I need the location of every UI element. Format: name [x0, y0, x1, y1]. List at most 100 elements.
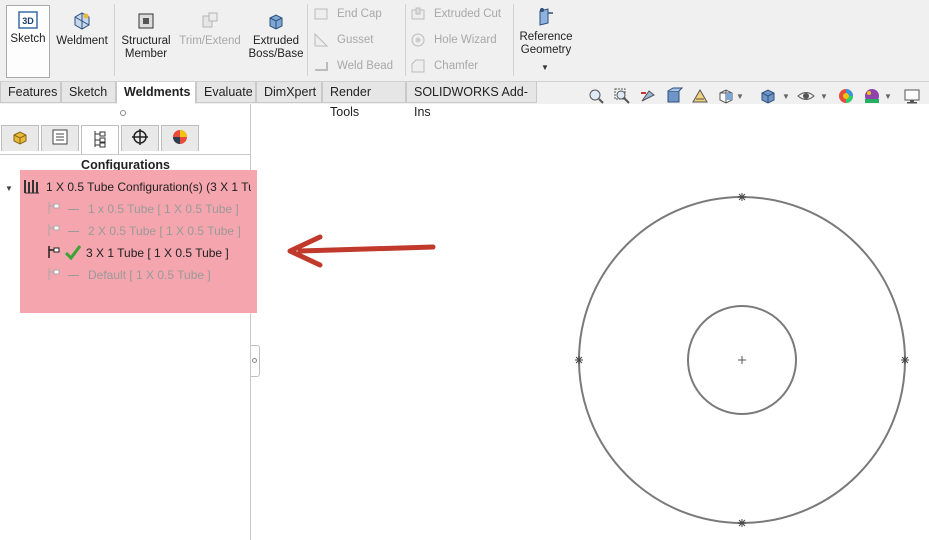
end-cap-label: End Cap	[337, 8, 382, 20]
dynamic-annotation-icon[interactable]	[690, 86, 710, 106]
weldment-icon	[71, 10, 93, 32]
structural-member-label-2: Member	[124, 48, 168, 60]
extruded-boss-label-1: Extruded	[252, 35, 300, 47]
configuration-icon	[46, 245, 62, 262]
extruded-boss-icon	[265, 10, 287, 32]
solidworks-window: 3D 3D Sketch Weldment Structural Member …	[0, 0, 929, 540]
chamfer-button[interactable]: Chamfer	[409, 55, 478, 77]
tab-dimxpert[interactable]: DimXpert	[256, 82, 322, 103]
display-style-icon[interactable]	[758, 86, 778, 106]
chevron-down-icon[interactable]: ▼	[820, 92, 828, 101]
chevron-down-icon[interactable]: ▼	[736, 92, 744, 101]
extruded-cut-button[interactable]: Extruded Cut	[409, 3, 501, 25]
configuration-manager-panel: Configurations ▼ 1 X 0.5 Tube Configurat…	[0, 104, 257, 540]
tab-render-tools[interactable]: Render Tools	[322, 82, 406, 119]
config-item-3-active[interactable]: 3 X 1 Tube [ 1 X 0.5 Tube ]	[46, 244, 251, 262]
weld-bead-icon	[312, 57, 330, 75]
view-settings-icon[interactable]	[902, 86, 922, 106]
gusset-icon	[312, 31, 330, 49]
graphics-area[interactable]	[252, 104, 929, 540]
config-item-label: 1 x 0.5 Tube [ 1 X 0.5 Tube ]	[88, 202, 239, 216]
structural-member-button[interactable]: Structural Member	[116, 4, 176, 61]
active-check-icon	[64, 244, 82, 262]
previous-view-icon[interactable]	[638, 86, 658, 106]
config-item-4[interactable]: Default [ 1 X 0.5 Tube ]	[46, 266, 251, 284]
hole-wizard-button[interactable]: Hole Wizard	[409, 29, 497, 51]
chevron-down-icon[interactable]: ▼	[782, 92, 790, 101]
manager-tabs	[0, 121, 251, 155]
config-root-label: 1 X 0.5 Tube Configuration(s) (3 X 1 Tub…	[46, 180, 251, 194]
inactive-dash	[68, 230, 79, 232]
3d-sketch-icon: 3D	[17, 10, 39, 32]
chevron-down-icon[interactable]: ▼	[884, 92, 892, 101]
ribbon-separator	[405, 4, 406, 76]
chamfer-label: Chamfer	[434, 60, 479, 72]
view-orientation-icon[interactable]	[716, 86, 736, 106]
trim-extend-icon	[199, 10, 221, 32]
dimxpert-manager-icon	[131, 128, 149, 149]
config-item-label: 2 X 0.5 Tube [ 1 X 0.5 Tube ]	[88, 224, 241, 238]
tab-dimxpert-manager[interactable]	[121, 125, 159, 151]
zoom-to-fit-icon[interactable]	[586, 86, 606, 106]
tab-property-manager[interactable]	[41, 125, 79, 151]
tab-feature-manager[interactable]	[1, 125, 39, 151]
gusset-button[interactable]: Gusset	[312, 29, 373, 51]
end-cap-button[interactable]: End Cap	[312, 3, 382, 25]
structural-member-icon	[135, 10, 157, 32]
inactive-dash	[68, 274, 79, 276]
extruded-boss-label-2: Boss/Base	[248, 48, 304, 60]
structural-member-label-1: Structural	[121, 35, 171, 47]
tab-configuration-manager[interactable]	[81, 125, 119, 154]
reference-geometry-icon	[535, 6, 557, 28]
tab-evaluate[interactable]: Evaluate	[196, 82, 256, 103]
3d-sketch-label-2: Sketch	[10, 33, 46, 45]
config-item-label: 3 X 1 Tube [ 1 X 0.5 Tube ]	[86, 246, 229, 260]
quadrant-point-left[interactable]	[575, 356, 583, 364]
weld-bead-button[interactable]: Weld Bead	[312, 55, 393, 77]
config-root-row[interactable]: 1 X 0.5 Tube Configuration(s) (3 X 1 Tub…	[23, 178, 251, 196]
hole-wizard-label: Hole Wizard	[434, 34, 497, 46]
trim-extend-button[interactable]: Trim/Extend	[178, 4, 242, 48]
tab-weldments[interactable]: Weldments	[116, 82, 196, 104]
inactive-dash	[68, 208, 79, 210]
weldment-button[interactable]: Weldment	[52, 4, 112, 48]
hole-wizard-icon	[409, 31, 427, 49]
apply-scene-icon[interactable]	[862, 86, 882, 106]
reference-geometry-button[interactable]: Reference Geometry	[516, 4, 576, 57]
3d-sketch-button[interactable]: 3D 3D Sketch	[6, 5, 50, 78]
center-point[interactable]	[738, 356, 746, 364]
hide-show-icon[interactable]	[796, 86, 816, 106]
configuration-icon	[46, 267, 62, 284]
weld-bead-label: Weld Bead	[337, 60, 394, 72]
config-item-2[interactable]: 2 X 0.5 Tube [ 1 X 0.5 Tube ]	[46, 222, 251, 240]
extruded-cut-icon	[409, 5, 427, 23]
edit-appearance-icon[interactable]	[836, 86, 856, 106]
ribbon-separator	[307, 4, 308, 76]
panel-grip[interactable]	[120, 110, 126, 116]
section-view-icon[interactable]	[664, 86, 684, 106]
tab-solidworks-add-ins[interactable]: SOLIDWORKS Add-Ins	[406, 82, 537, 119]
sketch-geometry	[575, 193, 909, 527]
extruded-boss-button[interactable]: Extruded Boss/Base	[246, 4, 306, 61]
chamfer-icon	[409, 57, 427, 75]
reference-geometry-label-2: Geometry	[520, 44, 572, 56]
ribbon-separator	[513, 4, 514, 76]
config-item-label: Default [ 1 X 0.5 Tube ]	[88, 268, 211, 282]
ribbon-separator	[114, 4, 115, 76]
weldment-part-icon	[23, 178, 41, 196]
property-manager-icon	[51, 128, 69, 149]
extruded-cut-label: Extruded Cut	[434, 8, 502, 20]
weldment-label: Weldment	[56, 35, 108, 47]
quadrant-point-bottom[interactable]	[738, 519, 746, 527]
collapse-arrow-icon[interactable]: ▼	[5, 184, 13, 193]
quadrant-point-right[interactable]	[901, 356, 909, 364]
end-cap-icon	[312, 5, 330, 23]
zoom-to-area-icon[interactable]	[612, 86, 632, 106]
config-item-1[interactable]: 1 x 0.5 Tube [ 1 X 0.5 Tube ]	[46, 200, 251, 218]
configuration-icon	[46, 201, 62, 218]
chevron-down-icon[interactable]: ▼	[541, 63, 549, 72]
quadrant-point-top[interactable]	[738, 193, 746, 201]
tab-features[interactable]: Features	[0, 82, 61, 103]
tab-display-manager[interactable]	[161, 125, 199, 151]
tab-sketch[interactable]: Sketch	[61, 82, 116, 103]
